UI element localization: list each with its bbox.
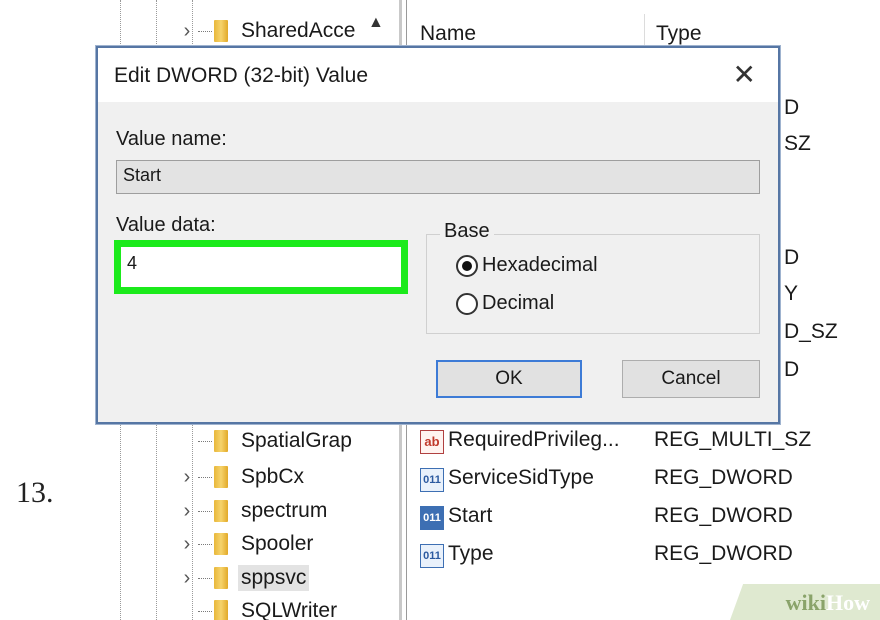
wikihow-watermark: wikiHow — [785, 590, 870, 615]
value-row[interactable]: 011 Type REG_DWORD — [408, 538, 880, 574]
expand-arrow-icon[interactable]: › — [178, 533, 196, 556]
radio-dec-label: Decimal — [482, 292, 555, 314]
tree-item-label: SpbCx — [241, 465, 305, 488]
value-row[interactable]: 011 ServiceSidType REG_DWORD — [408, 462, 880, 498]
value-type: REG_DWORD — [654, 504, 793, 527]
edit-dword-dialog: Edit DWORD (32-bit) Value ✕ Value name: … — [96, 46, 780, 424]
expand-arrow-icon[interactable]: › — [178, 567, 196, 590]
base-label: Base — [440, 220, 494, 243]
folder-icon — [214, 600, 228, 620]
tree-item-sqlwriter[interactable]: SQLWriter — [178, 594, 340, 620]
type-cell: D — [784, 358, 800, 381]
dword-value-icon: 011 — [420, 468, 444, 492]
tree-item-sppsvc[interactable]: › sppsvc — [178, 561, 310, 595]
radio-decimal[interactable]: Decimal — [456, 292, 554, 315]
folder-icon — [214, 430, 228, 452]
value-name: Start — [448, 504, 493, 527]
value-name: RequiredPrivileg... — [448, 428, 620, 451]
folder-icon — [214, 466, 228, 488]
expand-arrow-icon[interactable]: › — [178, 466, 196, 489]
tree-item-label: SpatialGrap — [241, 429, 352, 452]
base-groupbox — [426, 234, 760, 334]
cancel-button[interactable]: Cancel — [622, 360, 760, 398]
tree-item-label: Spooler — [241, 532, 314, 555]
type-cell: D — [784, 246, 800, 269]
dword-value-icon: 011 — [420, 544, 444, 568]
type-cell: SZ — [784, 132, 811, 155]
value-data-label: Value data: — [116, 214, 216, 236]
chevron-up-icon[interactable]: ▲ — [368, 14, 384, 32]
dialog-titlebar[interactable]: Edit DWORD (32-bit) Value ✕ — [98, 48, 778, 102]
tree-item-sharedaccess[interactable]: › SharedAcce — [178, 14, 358, 48]
folder-icon — [214, 533, 228, 555]
value-data-input[interactable]: 4 — [114, 240, 408, 294]
tree-item-label: SQLWriter — [241, 599, 338, 620]
value-row[interactable]: ab RequiredPrivileg... REG_MULTI_SZ — [408, 424, 880, 460]
radio-unchecked-icon[interactable] — [456, 292, 478, 315]
value-type: REG_DWORD — [654, 466, 793, 489]
type-cell: D — [784, 96, 800, 119]
tree-item-label: spectrum — [241, 499, 328, 522]
registry-editor-screenshot: › SharedAcce ▲ SpatialGrap › SpbCx › spe… — [68, 0, 880, 620]
tree-item-spbcx[interactable]: › SpbCx — [178, 460, 307, 494]
folder-icon — [214, 500, 228, 522]
value-name-field: Start — [116, 160, 760, 194]
expand-arrow-icon[interactable]: › — [178, 500, 196, 523]
folder-icon — [214, 20, 228, 42]
tree-item-label: sppsvc — [238, 565, 310, 591]
string-value-icon: ab — [420, 430, 444, 454]
value-name: ServiceSidType — [448, 466, 594, 489]
radio-hexadecimal[interactable]: Hexadecimal — [456, 254, 598, 277]
radio-hex-label: Hexadecimal — [482, 254, 598, 276]
tree-item-label: SharedAcce — [241, 19, 356, 42]
value-name-label: Value name: — [116, 128, 227, 150]
value-row-start[interactable]: 011 Start REG_DWORD — [408, 500, 880, 536]
tree-item-spectrum[interactable]: › spectrum — [178, 494, 330, 528]
step-number: 13. — [16, 476, 54, 509]
tree-item-spatialgraph[interactable]: SpatialGrap — [178, 424, 355, 458]
ok-button[interactable]: OK — [436, 360, 582, 398]
radio-checked-icon[interactable] — [456, 254, 478, 277]
value-type: REG_DWORD — [654, 542, 793, 565]
value-type: REG_MULTI_SZ — [654, 428, 812, 451]
tree-item-spooler[interactable]: › Spooler — [178, 527, 316, 561]
dialog-title: Edit DWORD (32-bit) Value — [114, 64, 369, 87]
type-cell: Y — [784, 282, 799, 305]
folder-icon — [214, 567, 228, 589]
type-cell: D_SZ — [784, 320, 838, 343]
value-name: Type — [448, 542, 494, 565]
close-icon[interactable]: ✕ — [733, 58, 756, 91]
expand-arrow-icon[interactable]: › — [178, 20, 196, 43]
dword-value-icon: 011 — [420, 506, 444, 530]
